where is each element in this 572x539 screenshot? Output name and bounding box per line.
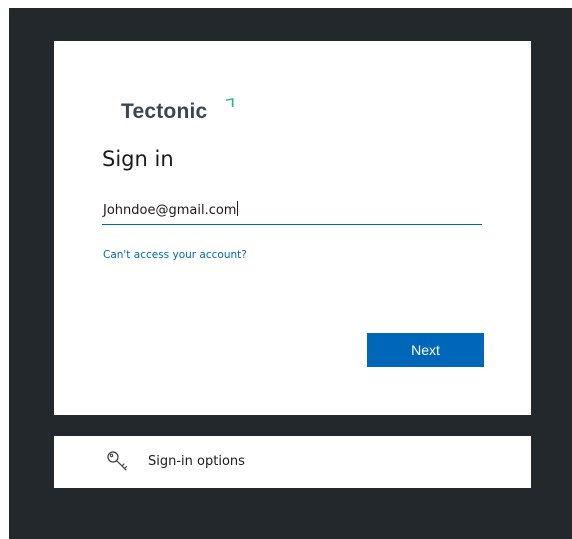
logo-mark-icon [226,98,234,107]
signin-options-button[interactable]: Sign-in options [54,436,531,488]
email-field-value[interactable]: Johndoe@gmail.com [103,201,239,218]
page-title: Sign in [102,147,174,171]
next-button[interactable]: Next [367,333,484,367]
cant-access-account-link[interactable]: Can't access your account? [103,249,247,261]
brand-logo: Tectonic [121,100,208,123]
text-caret [237,201,239,216]
signin-card: Tectonic Sign in Johndoe@gmail.com Can't… [54,41,531,415]
signin-options-label: Sign-in options [148,454,245,469]
key-icon [107,451,128,471]
